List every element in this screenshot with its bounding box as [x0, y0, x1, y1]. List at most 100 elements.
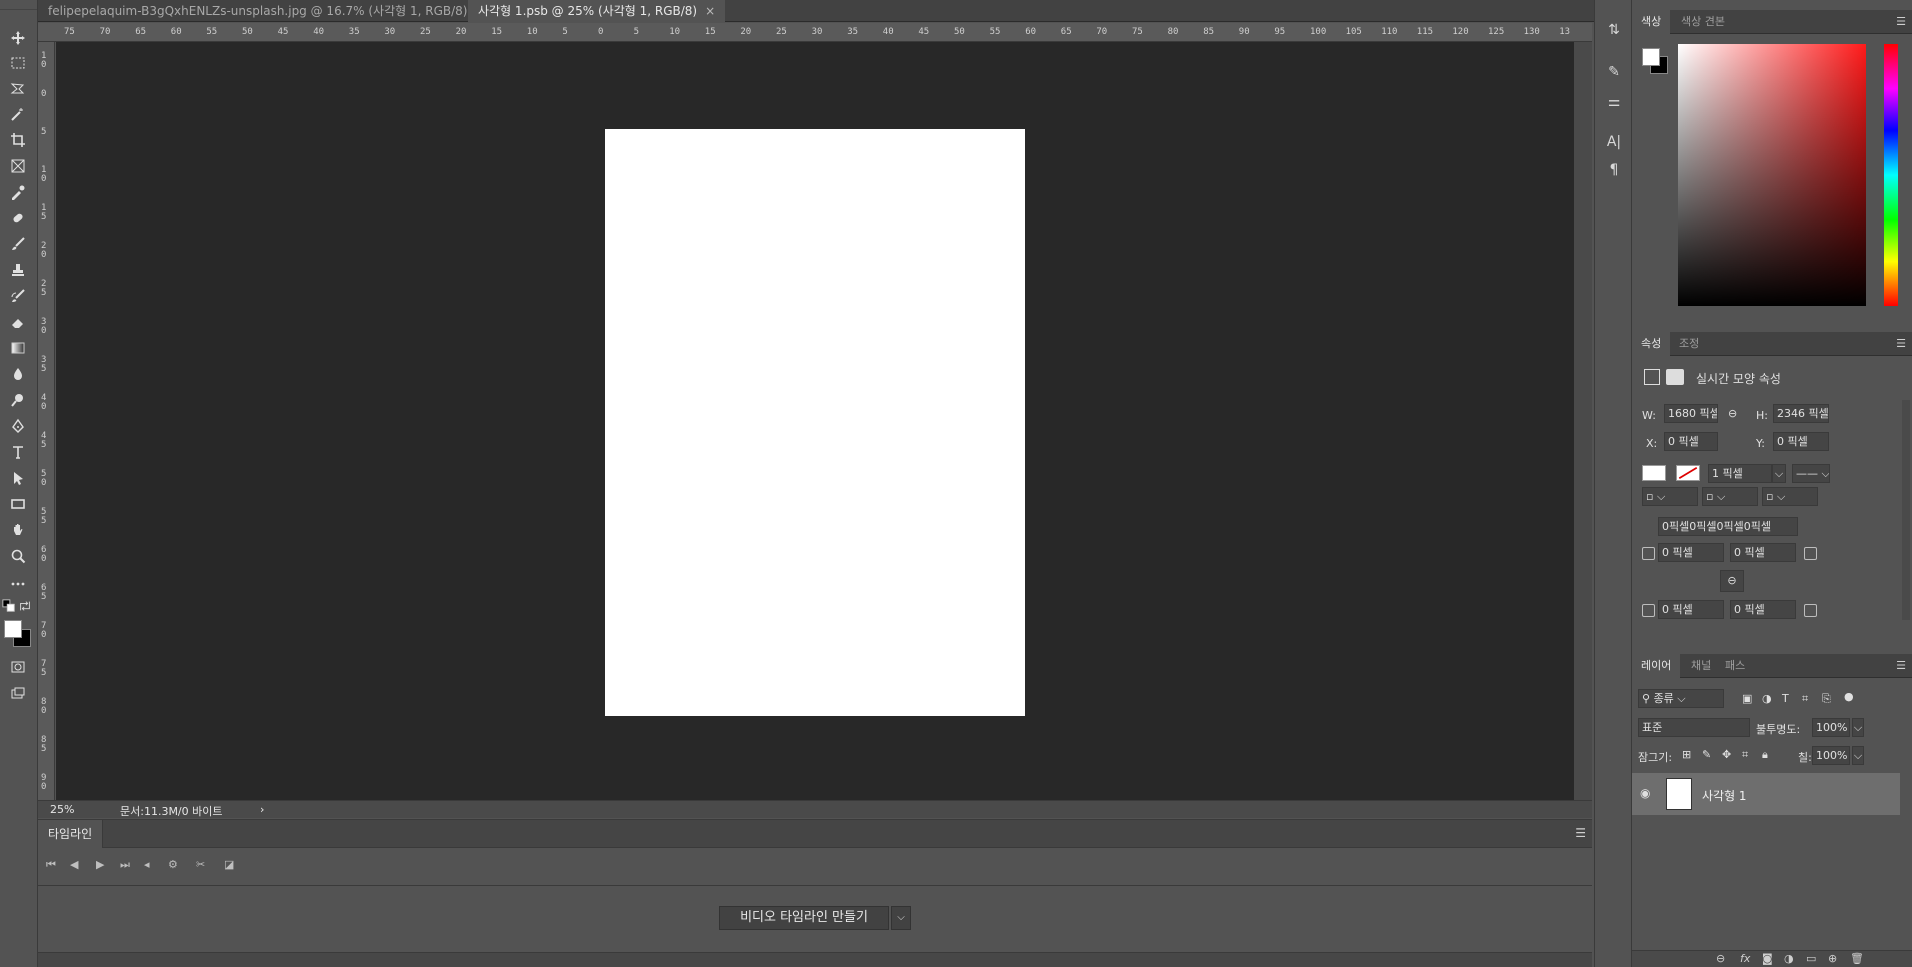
horizontal-ruler[interactable]: 75 70 65 60 55 50 45 40 35 30 25 20 15 10 5 0 5 10 15 20 25 3…	[38, 23, 1592, 42]
quick-mask-icon[interactable]	[6, 656, 30, 678]
x-field[interactable]: 0 픽셀	[1664, 432, 1718, 451]
chevron-down-icon[interactable]: ⌵	[891, 906, 911, 930]
group-folder-icon[interactable]: ▭	[1806, 952, 1816, 965]
go-to-first-frame-icon[interactable]: ⏮	[46, 858, 56, 872]
mask-properties-icon[interactable]	[1666, 369, 1684, 385]
visibility-eye-icon[interactable]: ◉	[1640, 786, 1656, 802]
toolbar-grip[interactable]	[0, 0, 37, 10]
filter-type-icon[interactable]: T	[1782, 692, 1789, 705]
brush-settings-icon[interactable]: ✎	[1604, 62, 1624, 82]
tab-color[interactable]: 색상	[1632, 10, 1671, 34]
filter-toggle-icon[interactable]: ●	[1844, 690, 1854, 703]
status-arrow-icon[interactable]: ›	[260, 803, 264, 816]
layer-filter-dropdown[interactable]: ⚲ 종류 ⌵	[1638, 689, 1724, 708]
canvas-area[interactable]	[56, 42, 1574, 800]
history-icon[interactable]: ⇅	[1604, 20, 1624, 40]
type-tool-icon[interactable]	[6, 441, 30, 463]
properties-scrollbar[interactable]	[1902, 400, 1910, 620]
swap-colors-icon[interactable]	[18, 599, 32, 613]
audio-icon[interactable]: ◂	[144, 858, 150, 871]
link-layers-icon[interactable]: ⊖	[1716, 952, 1725, 965]
eraser-tool-icon[interactable]	[6, 311, 30, 333]
tab-close-icon[interactable]: ×	[705, 4, 715, 18]
screen-mode-icon[interactable]	[6, 682, 30, 704]
lasso-tool-icon[interactable]	[6, 77, 30, 99]
corner-bottom-right-field[interactable]: 0 픽셀	[1730, 600, 1796, 619]
stroke-width-field[interactable]: 1 픽셀	[1708, 464, 1772, 483]
create-video-timeline-button[interactable]: 비디오 타임라인 만들기	[719, 906, 889, 930]
marquee-tool-icon[interactable]	[6, 52, 30, 74]
vertical-scrollbar[interactable]	[1574, 42, 1592, 800]
magic-wand-tool-icon[interactable]	[6, 103, 30, 125]
layer-thumbnail[interactable]	[1666, 778, 1692, 810]
foreground-color-swatch[interactable]	[4, 620, 22, 638]
stroke-join-dropdown[interactable]: ▫ ⌵	[1762, 487, 1818, 506]
opacity-field[interactable]: 100%	[1812, 718, 1850, 737]
adjustments-sliders-icon[interactable]: ⚌	[1604, 92, 1624, 112]
pen-tool-icon[interactable]	[6, 415, 30, 437]
lock-all-icon[interactable]: 🔒︎	[1762, 748, 1768, 762]
blend-mode-dropdown[interactable]: 표준	[1638, 718, 1750, 737]
split-scissors-icon[interactable]: ✂	[196, 858, 205, 871]
corner-top-right-field[interactable]: 0 픽셀	[1730, 543, 1796, 562]
layer-row[interactable]: ◉ 사각형 1	[1632, 773, 1900, 815]
shape-properties-icon[interactable]	[1644, 369, 1660, 385]
fill-field[interactable]: 100%	[1812, 746, 1850, 765]
clone-stamp-tool-icon[interactable]	[6, 259, 30, 281]
tab-timeline[interactable]: 타임라인	[38, 820, 104, 848]
paragraph-icon[interactable]: ¶	[1604, 160, 1624, 180]
lock-transparent-icon[interactable]: ⊞	[1682, 748, 1691, 761]
eyedropper-tool-icon[interactable]	[6, 181, 30, 203]
tab-properties[interactable]: 속성	[1632, 332, 1671, 356]
hand-tool-icon[interactable]	[6, 519, 30, 541]
path-selection-tool-icon[interactable]	[6, 467, 30, 489]
lock-image-icon[interactable]: ✎	[1702, 748, 1711, 761]
default-colors-icon[interactable]	[2, 599, 16, 613]
move-tool-icon[interactable]	[6, 27, 30, 49]
zoom-tool-icon[interactable]	[6, 545, 30, 567]
y-field[interactable]: 0 픽셀	[1773, 432, 1829, 451]
tab-channels[interactable]: 채널	[1682, 654, 1720, 678]
healing-brush-tool-icon[interactable]	[6, 207, 30, 229]
transition-icon[interactable]: ◪	[224, 858, 234, 871]
panel-menu-icon[interactable]: ☰	[1575, 826, 1586, 840]
new-layer-icon[interactable]: ⊕	[1828, 952, 1837, 965]
panel-menu-icon[interactable]: ☰	[1896, 659, 1906, 672]
blur-tool-icon[interactable]	[6, 363, 30, 385]
corner-radius-summary-field[interactable]: 0픽셀0픽셀0픽셀0픽셀	[1658, 517, 1798, 536]
more-tools-icon[interactable]	[6, 573, 30, 595]
stroke-cap-dropdown[interactable]: ▫ ⌵	[1702, 487, 1758, 506]
height-field[interactable]: 2346 픽셀	[1773, 404, 1829, 423]
crop-tool-icon[interactable]	[6, 129, 30, 151]
frame-tool-icon[interactable]	[6, 155, 30, 177]
corner-bottom-left-field[interactable]: 0 픽셀	[1658, 600, 1724, 619]
panel-menu-icon[interactable]: ☰	[1896, 15, 1906, 28]
adjustment-layer-icon[interactable]: ◑	[1784, 952, 1794, 965]
delete-layer-trash-icon[interactable]: 🗑︎	[1850, 952, 1864, 965]
corner-top-left-field[interactable]: 0 픽셀	[1658, 543, 1724, 562]
gradient-tool-icon[interactable]	[6, 337, 30, 359]
fill-color-swatch[interactable]	[1642, 465, 1666, 481]
lock-artboard-icon[interactable]: ⌗	[1742, 748, 1748, 762]
chevron-down-icon[interactable]: ⌵	[1772, 464, 1786, 483]
panel-menu-icon[interactable]: ☰	[1896, 337, 1906, 350]
layer-name[interactable]: 사각형 1	[1702, 787, 1747, 804]
layer-style-fx-icon[interactable]: fx	[1740, 952, 1750, 965]
history-brush-tool-icon[interactable]	[6, 285, 30, 307]
rectangle-tool-icon[interactable]	[6, 493, 30, 515]
next-frame-icon[interactable]: ⏭	[120, 858, 130, 872]
stroke-align-dropdown[interactable]: ▫ ⌵	[1642, 487, 1698, 506]
tab-paths[interactable]: 패스	[1716, 654, 1754, 678]
tab-adjustments[interactable]: 조정	[1670, 332, 1708, 356]
chevron-down-icon[interactable]: ⌵	[1852, 746, 1864, 765]
filter-smart-object-icon[interactable]: ⎘	[1822, 692, 1831, 706]
document-tab-active[interactable]: 사각형 1.psb @ 25% (사각형 1, RGB/8) ×	[468, 0, 726, 22]
stroke-color-swatch[interactable]	[1676, 465, 1700, 481]
document-artboard[interactable]	[605, 129, 1025, 716]
hue-slider[interactable]	[1884, 44, 1898, 306]
brush-tool-icon[interactable]	[6, 233, 30, 255]
width-field[interactable]: 1680 픽셀	[1664, 404, 1718, 423]
vertical-ruler[interactable]: 1 0 0 5 1 0 1 5 2 0 2 5 3 0 3 5 4 0 4 5 5 0 5 5 6 0 6 …	[38, 42, 55, 802]
foreground-color-swatch[interactable]	[1642, 48, 1660, 66]
color-saturation-field[interactable]	[1678, 44, 1866, 306]
